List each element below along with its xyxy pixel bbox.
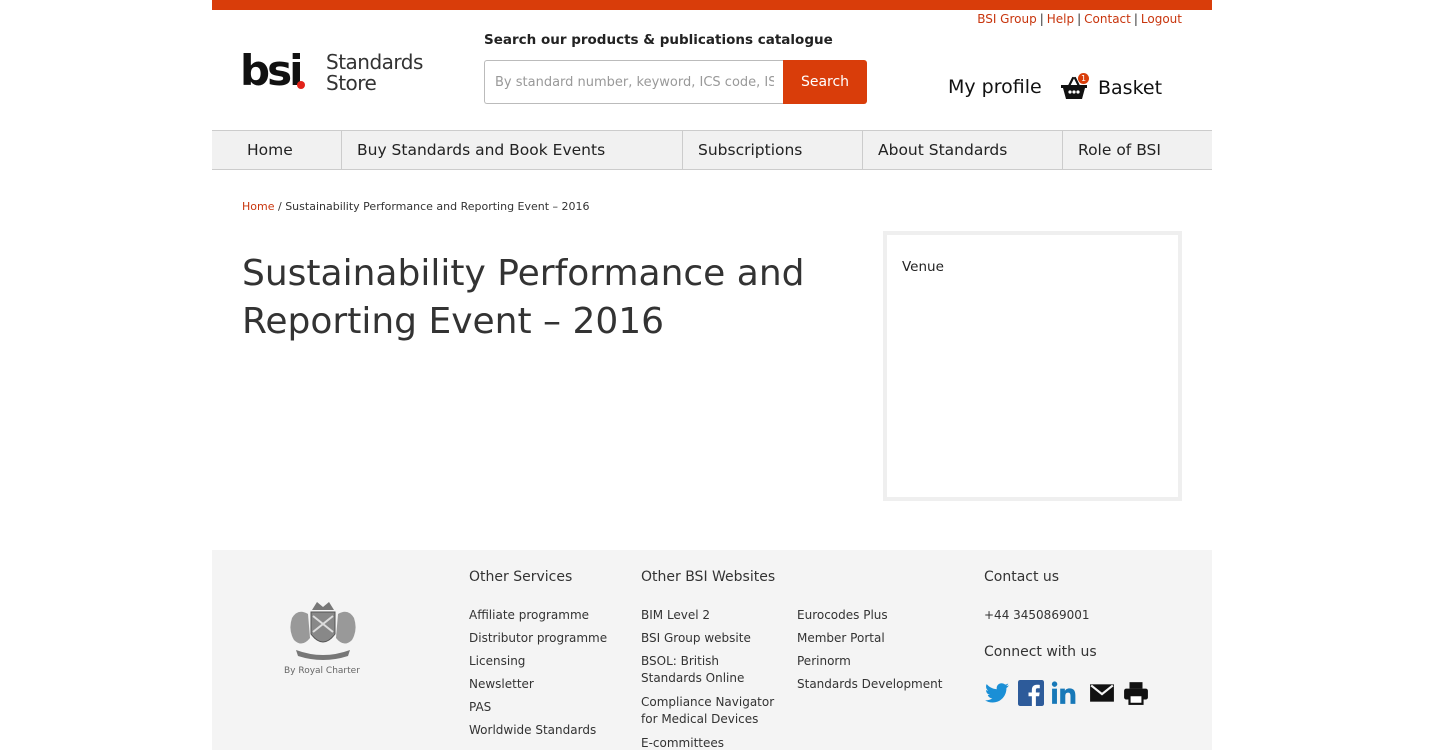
other-services-heading: Other Services (469, 569, 573, 585)
footer-link[interactable]: Distributor programme (469, 630, 607, 647)
separator: | (1133, 12, 1138, 26)
logout-link[interactable]: Logout (1141, 12, 1182, 26)
basket-icon: 1 (1060, 73, 1090, 101)
crest-caption: By Royal Charter (284, 666, 360, 676)
email-icon[interactable] (1089, 680, 1115, 706)
bsi-standards-store-logo[interactable]: bsi Standards Store (240, 46, 440, 98)
footer-link[interactable]: Perinorm (797, 653, 851, 670)
help-link[interactable]: Help (1047, 12, 1074, 26)
contact-link[interactable]: Contact (1084, 12, 1131, 26)
linkedin-icon[interactable] (1051, 680, 1077, 706)
breadcrumb-home[interactable]: Home (242, 200, 274, 213)
basket-link[interactable]: 1 Basket (1060, 73, 1163, 102)
search-input[interactable] (484, 60, 784, 104)
footer-link[interactable]: BSOL: British Standards Online (641, 653, 781, 687)
venue-label: Venue (902, 259, 944, 275)
page-title: Sustainability Performance and Reporting… (242, 253, 805, 342)
nav-role-of-bsi[interactable]: Role of BSI (1063, 131, 1212, 169)
nav-subscriptions[interactable]: Subscriptions (683, 131, 863, 169)
venue-panel: Venue (883, 231, 1182, 501)
utility-links: BSI Group | Help | Contact | Logout (977, 12, 1182, 26)
footer-link[interactable]: Affiliate programme (469, 607, 589, 624)
footer-link[interactable]: Eurocodes Plus (797, 607, 888, 624)
logo-brand: bsi (240, 46, 303, 95)
bsi-group-link[interactable]: BSI Group (977, 12, 1037, 26)
breadcrumb: Home / Sustainability Performance and Re… (242, 200, 590, 213)
logo-dot (297, 81, 305, 89)
footer-link[interactable]: Standards Development (797, 676, 942, 693)
separator: | (1077, 12, 1082, 26)
footer-link[interactable]: BIM Level 2 (641, 607, 781, 624)
basket-label: Basket (1098, 77, 1163, 99)
footer-link[interactable]: Worldwide Standards (469, 722, 596, 739)
connect-heading: Connect with us (984, 644, 1097, 660)
search-label: Search our products & publications catal… (484, 32, 833, 48)
page: BSI Group | Help | Contact | Logout bsi Standa… (212, 0, 1212, 750)
nav-about-standards[interactable]: About Standards (863, 131, 1063, 169)
top-accent-bar (212, 0, 1212, 10)
footer-link[interactable]: E-committees (641, 735, 781, 750)
nav-home[interactable]: Home (212, 131, 342, 169)
contact-heading: Contact us (984, 569, 1060, 585)
logo-product: Standards Store (326, 52, 423, 94)
my-profile-link[interactable]: My profile (948, 76, 1042, 98)
logo-product-line2: Store (326, 71, 377, 95)
breadcrumb-separator: / (277, 200, 282, 213)
footer-link[interactable]: BSI Group website (641, 630, 781, 647)
search-button[interactable]: Search (783, 60, 867, 104)
basket-count-badge: 1 (1078, 73, 1089, 84)
footer-link[interactable]: PAS (469, 699, 491, 716)
footer-link[interactable]: Newsletter (469, 676, 534, 693)
logo-product-line1: Standards (326, 50, 423, 74)
contact-phone[interactable]: +44 3450869001 (984, 607, 1090, 624)
footer-link[interactable]: Member Portal (797, 630, 885, 647)
separator: | (1039, 12, 1044, 26)
nav-buy-standards[interactable]: Buy Standards and Book Events (342, 131, 683, 169)
footer-link[interactable]: Compliance Navigator for Medical Devices (641, 694, 781, 728)
main-nav: Home Buy Standards and Book Events Subsc… (212, 130, 1212, 170)
twitter-icon[interactable] (984, 680, 1010, 706)
footer: By Royal Charter Other Services Affiliat… (212, 550, 1212, 750)
facebook-icon[interactable] (1018, 680, 1044, 706)
breadcrumb-current: Sustainability Performance and Reporting… (285, 200, 590, 213)
other-websites-heading: Other BSI Websites (641, 569, 776, 585)
footer-link[interactable]: Licensing (469, 653, 525, 670)
print-icon[interactable] (1123, 680, 1149, 706)
